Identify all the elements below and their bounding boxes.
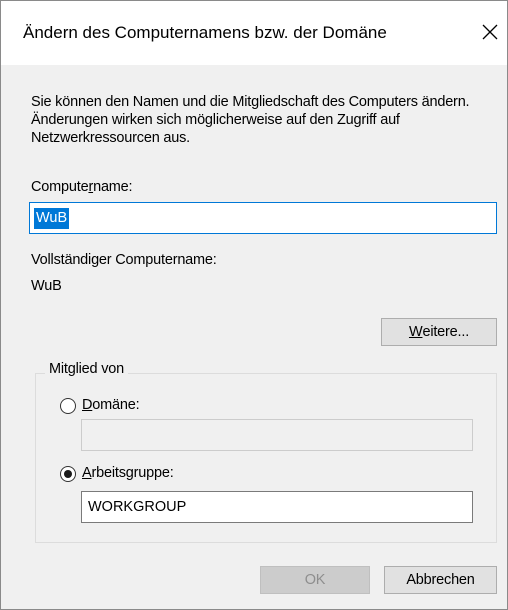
workgroup-value: WORKGROUP <box>88 499 187 515</box>
more-button[interactable]: Weitere... <box>381 318 497 346</box>
description-text: Sie können den Namen und die Mitgliedsch… <box>31 94 470 146</box>
close-button[interactable] <box>475 17 505 47</box>
workgroup-radio[interactable] <box>60 466 76 482</box>
domain-radio[interactable] <box>60 398 76 414</box>
dialog-title: Ändern des Computernamens bzw. der Domän… <box>23 23 387 42</box>
full-name-label: Vollständiger Computername: <box>31 252 217 268</box>
member-of-legend: Mitglied von <box>45 361 128 377</box>
computername-label: Computername: <box>31 179 133 195</box>
ok-button[interactable]: OK <box>260 566 370 594</box>
workgroup-radio-selected-dot <box>64 470 72 478</box>
workgroup-input[interactable]: WORKGROUP <box>81 491 473 523</box>
domain-label: Domäne: <box>82 397 140 413</box>
dialog-window: Ändern des Computernamens bzw. der Domän… <box>0 0 508 610</box>
computername-input[interactable]: WuB <box>29 202 497 234</box>
workgroup-label: Arbeitsgruppe: <box>82 465 174 481</box>
cancel-button[interactable]: Abbrechen <box>384 566 497 594</box>
close-icon <box>482 24 498 40</box>
domain-input[interactable] <box>81 419 473 451</box>
full-name-value: WuB <box>31 278 62 294</box>
computername-value: WuB <box>34 208 70 229</box>
title-bar: Ändern des Computernamens bzw. der Domän… <box>1 1 507 65</box>
